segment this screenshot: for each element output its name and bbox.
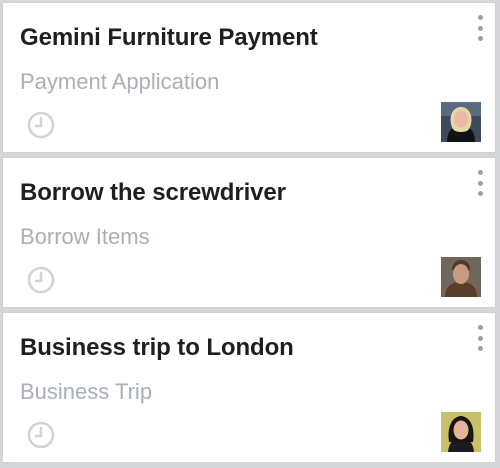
clock-icon[interactable] xyxy=(27,421,55,449)
card-title[interactable]: Gemini Furniture Payment xyxy=(20,24,318,52)
kanban-card-list: Gemini Furniture Payment Payment Applica… xyxy=(0,0,500,468)
card-subtitle: Business Trip xyxy=(20,379,153,404)
clock-icon[interactable] xyxy=(27,111,55,139)
more-vertical-icon[interactable] xyxy=(475,15,485,41)
more-vertical-icon[interactable] xyxy=(475,325,485,351)
card-title[interactable]: Borrow the screwdriver xyxy=(20,179,286,207)
user-avatar xyxy=(441,412,481,452)
kanban-card[interactable]: Borrow the screwdriver Borrow Items xyxy=(2,157,496,308)
kanban-card[interactable]: Business trip to London Business Trip xyxy=(2,312,496,463)
card-subtitle: Payment Application xyxy=(20,69,220,94)
clock-icon[interactable] xyxy=(27,266,55,294)
card-title[interactable]: Business trip to London xyxy=(20,334,294,362)
kanban-card[interactable]: Gemini Furniture Payment Payment Applica… xyxy=(2,2,496,153)
more-vertical-icon[interactable] xyxy=(475,170,485,196)
card-subtitle: Borrow Items xyxy=(20,224,150,249)
user-avatar xyxy=(441,102,481,142)
user-avatar xyxy=(441,257,481,297)
